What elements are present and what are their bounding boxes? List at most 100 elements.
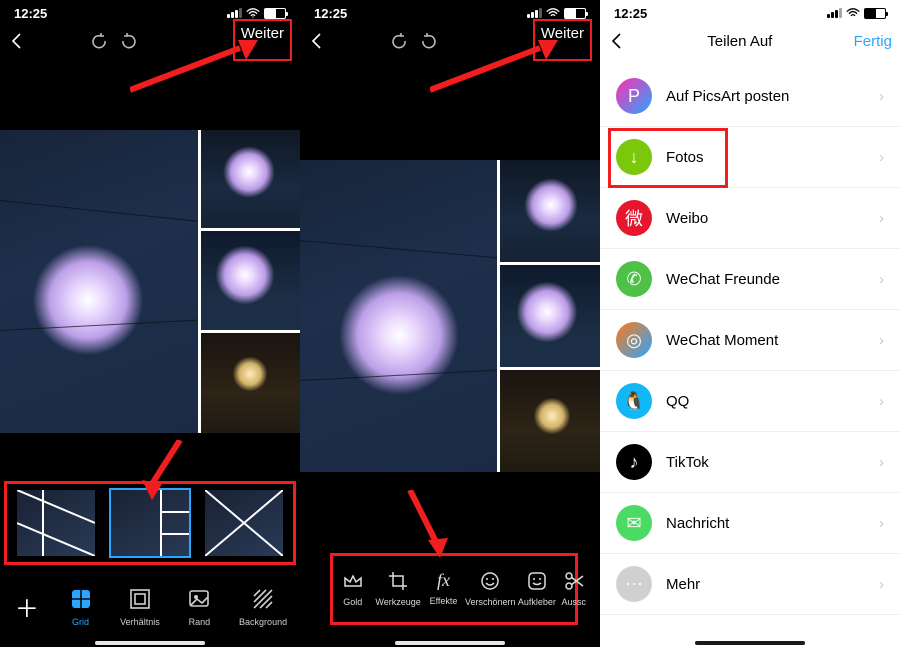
signal-icon: [527, 8, 542, 18]
home-indicator[interactable]: [95, 641, 205, 645]
app-icon: ⋯: [616, 566, 652, 602]
share-item-mehr[interactable]: ⋯ Mehr ›: [600, 554, 900, 615]
tool-verschoenern[interactable]: Verschönern: [466, 570, 514, 607]
add-button[interactable]: ＋: [13, 592, 41, 620]
share-item-label: Nachricht: [666, 515, 729, 532]
redo-icon[interactable]: [420, 32, 438, 50]
crop-icon: [387, 570, 409, 592]
battery-icon: [264, 8, 286, 19]
status-time: 12:25: [14, 6, 47, 21]
navbar: Teilen Auf Fertig: [600, 22, 900, 60]
nav-title: Teilen Auf: [707, 33, 772, 50]
status-time: 12:25: [614, 6, 647, 21]
layout-template-2[interactable]: [111, 490, 189, 556]
tab-label: Background: [239, 617, 287, 627]
status-right: [827, 8, 886, 19]
tab-label: Verhältnis: [120, 617, 160, 627]
next-button-highlight: Weiter: [533, 19, 592, 61]
tool-gold[interactable]: Gold: [330, 570, 375, 607]
scissors-icon: [563, 570, 585, 592]
tool-effekte[interactable]: fx Effekte: [421, 570, 466, 606]
chevron-right-icon: ›: [879, 515, 884, 532]
tab-background[interactable]: Background: [239, 585, 287, 627]
next-button[interactable]: Weiter: [241, 25, 284, 42]
redo-icon[interactable]: [120, 32, 138, 50]
wifi-icon: [846, 8, 860, 18]
share-item-label: Weibo: [666, 210, 708, 227]
tab-ratio[interactable]: Verhältnis: [120, 585, 160, 627]
share-item-tiktok[interactable]: ♪TikTok›: [600, 432, 900, 493]
tab-label: Grid: [72, 617, 89, 627]
sticker-icon: [526, 570, 548, 592]
share-item-wechat-moment[interactable]: ◎ WeChat Moment ›: [600, 310, 900, 371]
tool-label: Effekte: [430, 596, 458, 606]
chevron-right-icon: ›: [879, 332, 884, 349]
tool-aufkleber[interactable]: Aufkleber: [514, 570, 559, 607]
status-bar: 12:25: [600, 0, 900, 22]
fx-icon: fx: [437, 570, 450, 591]
tool-label: Gold: [343, 597, 362, 607]
background-icon: [252, 588, 274, 610]
navbar: Weiter: [0, 22, 300, 60]
tab-border[interactable]: Rand: [185, 585, 213, 627]
back-icon[interactable]: [8, 32, 26, 50]
status-time: 12:25: [314, 6, 347, 21]
next-button-highlight: Weiter: [233, 19, 292, 61]
navbar: Weiter: [300, 22, 600, 60]
home-indicator[interactable]: [695, 641, 805, 645]
bottom-tabs: ＋ Grid Verhältnis Rand Background: [0, 573, 300, 639]
done-button[interactable]: Fertig: [854, 33, 892, 50]
wifi-icon: [246, 8, 260, 18]
chevron-right-icon: ›: [879, 88, 884, 105]
fotos-highlight: [608, 128, 728, 188]
status-right: [227, 8, 286, 19]
signal-icon: [827, 8, 842, 18]
tool-werkzeuge[interactable]: Werkzeuge: [375, 570, 420, 607]
crown-icon: [342, 570, 364, 592]
chevron-right-icon: ›: [879, 393, 884, 410]
share-item-auf-picsart-posten[interactable]: P Auf PicsArt posten ›: [600, 66, 900, 127]
share-item-weibo[interactable]: 微Weibo›: [600, 188, 900, 249]
wifi-icon: [546, 8, 560, 18]
chevron-right-icon: ›: [879, 149, 884, 166]
share-item-wechat-freunde[interactable]: ✆WeChat Freunde›: [600, 249, 900, 310]
chevron-right-icon: ›: [879, 210, 884, 227]
app-icon: ♪: [616, 444, 652, 480]
app-icon: ◎: [616, 322, 652, 358]
share-item-label: WeChat Moment: [666, 332, 778, 349]
tool-label: Aussc: [562, 597, 587, 607]
tool-label: Werkzeuge: [375, 597, 420, 607]
undo-icon[interactable]: [390, 32, 408, 50]
undo-icon[interactable]: [90, 32, 108, 50]
collage-canvas[interactable]: [300, 160, 600, 472]
panel-collage-layout: 12:25 Weiter: [0, 0, 300, 647]
ratio-icon: [129, 588, 151, 610]
share-item-label: QQ: [666, 393, 689, 410]
back-icon[interactable]: [308, 32, 326, 50]
app-icon: P: [616, 78, 652, 114]
grid-icon: [69, 587, 93, 611]
image-icon: [188, 588, 210, 610]
panel-collage-tools: 12:25 Weiter: [300, 0, 600, 647]
panel-share: 12:25 Teilen Auf Fertig P Auf PicsArt pos…: [600, 0, 900, 647]
share-item-label: Auf PicsArt posten: [666, 88, 789, 105]
collage-canvas[interactable]: [0, 130, 300, 433]
next-button[interactable]: Weiter: [541, 25, 584, 42]
tab-grid[interactable]: Grid: [67, 585, 95, 627]
share-item-label: Mehr: [666, 576, 700, 593]
home-indicator[interactable]: [395, 641, 505, 645]
battery-icon: [564, 8, 586, 19]
share-item-label: WeChat Freunde: [666, 271, 780, 288]
back-icon[interactable]: [608, 32, 626, 50]
battery-icon: [864, 8, 886, 19]
app-icon: ✆: [616, 261, 652, 297]
share-item-qq[interactable]: 🐧QQ›: [600, 371, 900, 432]
layout-template-1[interactable]: [17, 490, 95, 556]
tool-ausschneiden[interactable]: Aussc: [560, 570, 588, 607]
layout-template-3[interactable]: [205, 490, 283, 556]
chevron-right-icon: ›: [879, 576, 884, 593]
arrow-to-tools: [400, 490, 460, 560]
edit-toolbar: Gold Werkzeuge fx Effekte Verschönern Auf…: [330, 553, 588, 623]
share-item-nachricht[interactable]: ✉Nachricht›: [600, 493, 900, 554]
face-icon: [479, 570, 501, 592]
